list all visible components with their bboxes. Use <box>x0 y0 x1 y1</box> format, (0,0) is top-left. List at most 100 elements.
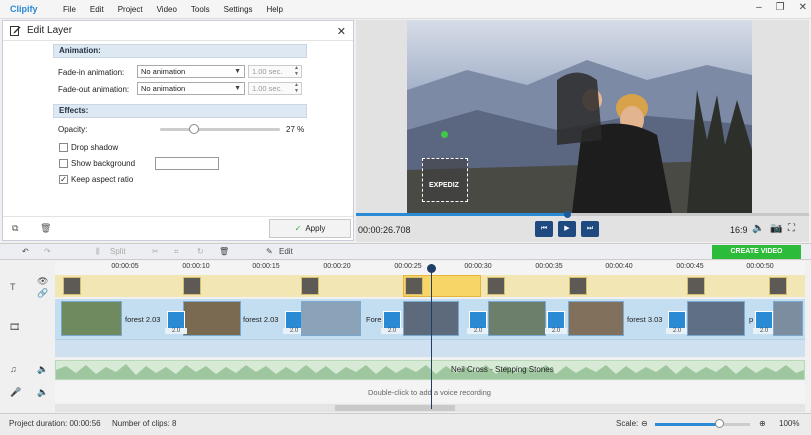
audio-track[interactable]: Neil Cross - Stepping Stones <box>55 360 805 380</box>
clip-label: forest 2.03 <box>125 315 161 324</box>
edit-layer-panel: Edit Layer ✕ Animation: Fade-in animatio… <box>2 20 354 241</box>
next-button[interactable]: ⏭ <box>581 221 599 237</box>
eye-icon[interactable]: 👁 <box>37 276 48 287</box>
video-clip-thumb[interactable] <box>687 301 745 336</box>
text-clip[interactable] <box>569 277 587 295</box>
menu-project[interactable]: Project <box>111 5 150 14</box>
video-clip-thumb[interactable] <box>301 301 361 336</box>
opacity-label: Opacity: <box>58 125 88 134</box>
video-preview[interactable]: EXPEDIZ <box>407 20 752 213</box>
video-clip-thumb[interactable] <box>61 301 122 336</box>
text-clip[interactable] <box>769 277 787 295</box>
preview-progress-fill <box>356 213 569 216</box>
aspect-ratio[interactable]: 16:9 <box>730 225 748 235</box>
project-duration: Project duration: 00:00:56 <box>9 419 101 428</box>
skip-back-icon: ⏮ <box>540 225 548 232</box>
rotate-icon[interactable]: ↻ <box>197 247 204 256</box>
camera-icon[interactable]: 📷 <box>770 223 782 234</box>
opacity-slider[interactable] <box>160 128 280 131</box>
video-clip-thumb[interactable] <box>488 301 546 336</box>
text-track[interactable] <box>55 275 805 297</box>
transition-duration: 2.0 <box>545 328 567 334</box>
check-icon: ✓ <box>294 224 302 233</box>
create-video-button[interactable]: CREATE VIDEO <box>712 245 801 259</box>
audio-volume-icon[interactable]: 🔈 <box>37 364 48 375</box>
watermark-layer[interactable]: EXPEDIZ <box>422 131 468 202</box>
text-clip[interactable] <box>687 277 705 295</box>
scale-slider-thumb[interactable] <box>715 419 724 428</box>
effects-section-header: Effects: <box>53 104 307 118</box>
preview-progress-knob[interactable] <box>564 211 571 218</box>
video-clip-thumb[interactable] <box>568 301 624 336</box>
fade-out-duration[interactable]: 1.00 sec. ▲ ▼ <box>248 82 302 95</box>
menu-settings[interactable]: Settings <box>217 5 260 14</box>
audio-title: Neil Cross - Stepping Stones <box>451 365 554 374</box>
minimize-icon[interactable]: – <box>756 2 762 13</box>
waveform <box>56 364 804 379</box>
background-color-picker[interactable] <box>155 157 219 170</box>
timeline-scrollbar[interactable] <box>55 404 805 412</box>
rotate-handle-icon[interactable] <box>441 131 448 138</box>
transition-duration: 2.0 <box>165 328 187 334</box>
menu-help[interactable]: Help <box>260 5 290 14</box>
play-button[interactable]: ▶ <box>558 221 576 237</box>
close-panel-icon[interactable]: ✕ <box>337 25 346 38</box>
edit-layer-icon <box>10 26 21 36</box>
menu-file[interactable]: File <box>56 5 83 14</box>
previous-button[interactable]: ⏮ <box>535 221 553 237</box>
playhead-handle[interactable] <box>427 264 436 273</box>
fade-out-select[interactable]: No animation ▼ <box>137 82 245 95</box>
close-icon[interactable]: ✕ <box>799 2 807 13</box>
edit-label[interactable]: Edit <box>279 247 293 256</box>
fullscreen-icon[interactable]: ⛶ <box>788 223 795 234</box>
scale-slider[interactable] <box>655 423 750 426</box>
zoom-in-icon[interactable]: ⊕ <box>759 419 766 428</box>
zoom-out-icon[interactable]: ⊖ <box>641 419 648 428</box>
split-icon[interactable]: ⫼ <box>96 247 100 257</box>
keep-aspect-checkbox[interactable]: ✓ <box>59 175 68 184</box>
voice-track[interactable]: Double-click to add a voice recording <box>55 381 805 403</box>
text-clip[interactable] <box>63 277 81 295</box>
split-label[interactable]: Split <box>110 247 126 256</box>
preview-progress[interactable] <box>356 211 809 218</box>
menu-tools[interactable]: Tools <box>184 5 217 14</box>
undo-icon[interactable]: ↶ <box>22 247 29 256</box>
video-track[interactable]: forest 2.03 2.0 forest 2.03 2.0 Fore 2.0… <box>55 299 805 339</box>
duplicate-icon[interactable]: ⧉ <box>12 223 18 234</box>
cut-icon[interactable]: ✂ <box>152 247 159 256</box>
text-clip[interactable] <box>301 277 319 295</box>
drop-shadow-checkbox[interactable] <box>59 143 68 152</box>
opacity-slider-thumb[interactable] <box>189 124 199 134</box>
fade-in-duration[interactable]: 1.00 sec. ▲ ▼ <box>248 65 302 78</box>
music-icon: ♫ <box>10 364 17 374</box>
app-logo: Clipify <box>10 4 38 14</box>
show-background-checkbox[interactable] <box>59 159 68 168</box>
apply-button[interactable]: ✓ Apply <box>269 219 351 238</box>
volume-icon[interactable]: 🔈 <box>752 223 764 234</box>
menu-video[interactable]: Video <box>150 5 184 14</box>
clip-label: forest 3.03 <box>627 315 663 324</box>
text-clip[interactable] <box>487 277 505 295</box>
track-headers: T 👁 🔗 🎞 ♫ 🔈 🎤 🔈 <box>0 261 55 413</box>
video-clip-thumb[interactable] <box>183 301 241 336</box>
preview-panel: EXPEDIZ 00:00:26.708 ⏮ ▶ ⏭ 16:9 🔈 📷 ⛶ <box>356 20 809 242</box>
clip-label: Fore <box>366 315 382 324</box>
clip-label: p <box>749 315 754 324</box>
redo-icon[interactable]: ↷ <box>44 247 51 256</box>
edit-icon[interactable]: ✎ <box>266 247 273 256</box>
crop-icon[interactable]: ⌗ <box>174 247 179 257</box>
link-icon[interactable]: 🔗 <box>37 288 48 299</box>
fade-in-select[interactable]: No animation ▼ <box>137 65 245 78</box>
ruler-tick: 00:00:35 <box>535 263 563 270</box>
menu-edit[interactable]: Edit <box>83 5 111 14</box>
trash-icon[interactable]: 🗑 <box>40 223 51 234</box>
text-clip[interactable] <box>405 277 423 295</box>
ruler-tick: 00:00:25 <box>394 263 422 270</box>
effects-track[interactable] <box>55 339 805 357</box>
text-clip[interactable] <box>183 277 201 295</box>
delete-icon[interactable]: 🗑 <box>219 247 229 256</box>
video-clip-thumb[interactable] <box>773 301 803 336</box>
timeline-scrollbar-thumb[interactable] <box>335 405 455 411</box>
restore-icon[interactable]: ❐ <box>776 2 785 13</box>
voice-volume-icon[interactable]: 🔈 <box>37 387 48 398</box>
